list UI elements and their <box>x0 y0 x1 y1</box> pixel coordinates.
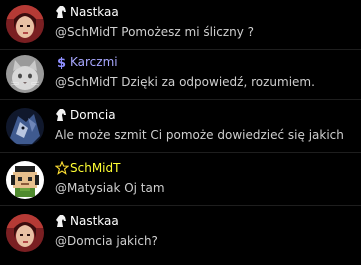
username[interactable]: Nastkaa <box>70 213 119 229</box>
chat-message: Nastkaa @Domcia jakich? <box>0 209 361 259</box>
user-avatar-karczmi[interactable] <box>6 55 44 93</box>
svg-text:$: $ <box>57 56 66 69</box>
username[interactable]: Karczmi <box>70 54 118 70</box>
horse-head-icon <box>55 5 67 19</box>
user-avatar-nastkaa[interactable] <box>6 214 44 252</box>
username[interactable]: Nastkaa <box>70 4 119 20</box>
user-avatar-nastkaa[interactable] <box>6 5 44 43</box>
chat-message: $ Karczmi @SchMidT Dzięki za odpowiedź, … <box>0 50 361 100</box>
dollar-sign-icon: $ <box>55 55 67 69</box>
message-text: @SchMidT Pomożesz mi śliczny ? <box>55 25 255 39</box>
star-icon <box>55 161 69 175</box>
user-avatar-domcia[interactable] <box>6 108 44 146</box>
horse-head-icon <box>55 108 67 122</box>
message-text: Ale może szmit Ci pomoże dowiedzieć się … <box>55 128 344 142</box>
message-text: @SchMidT Dzięki za odpowiedź, rozumiem. <box>55 75 315 89</box>
message-header: Nastkaa <box>55 4 119 20</box>
message-text: @Matysiak Oj tam <box>55 181 165 195</box>
chat-feed: Nastkaa @SchMidT Pomożesz mi śliczny ? $ <box>0 0 361 265</box>
user-avatar-schmidt[interactable] <box>6 161 44 199</box>
chat-message: Domcia Ale może szmit Ci pomoże dowiedzi… <box>0 103 361 153</box>
username[interactable]: SchMidT <box>70 160 120 176</box>
message-header: SchMidT <box>55 160 120 176</box>
horse-head-icon <box>55 214 67 228</box>
message-header: Domcia <box>55 107 116 123</box>
chat-message: Nastkaa @SchMidT Pomożesz mi śliczny ? <box>0 0 361 50</box>
username[interactable]: Domcia <box>70 107 116 123</box>
chat-message: SchMidT @Matysiak Oj tam <box>0 156 361 206</box>
message-text: @Domcia jakich? <box>55 234 158 248</box>
message-header: $ Karczmi <box>55 54 118 70</box>
message-header: Nastkaa <box>55 213 119 229</box>
